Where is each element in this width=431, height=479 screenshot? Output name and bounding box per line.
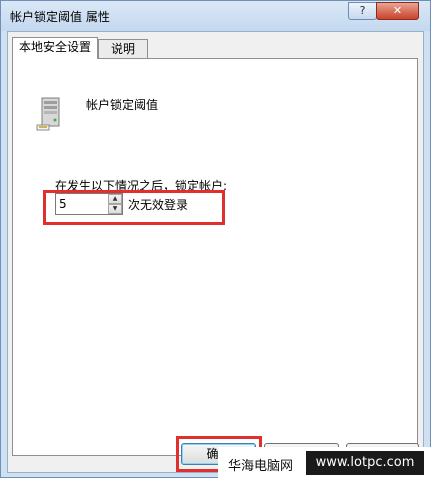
close-button[interactable]: ✕ bbox=[376, 2, 419, 20]
watermark-text: 华海电脑网 bbox=[228, 459, 294, 474]
server-icon bbox=[36, 97, 60, 131]
dialog-body: 本地安全设置 说明 帐户锁定阈值 在发生以下情况之后，锁定帐户: ▲ ▼ 次无效… bbox=[7, 31, 424, 473]
window-title: 帐户锁定阈值 属性 bbox=[10, 10, 110, 24]
help-button[interactable]: ? bbox=[348, 2, 377, 20]
properties-dialog: 帐户锁定阈值 属性 ? ✕ 本地安全设置 说明 帐户锁定阈值 在发生以下情况之后… bbox=[0, 0, 431, 479]
watermark-url: www.lotpc.com bbox=[306, 451, 424, 475]
tab-panel: 帐户锁定阈值 在发生以下情况之后，锁定帐户: ▲ ▼ 次无效登录 bbox=[12, 58, 418, 456]
tab-explain[interactable]: 说明 bbox=[98, 39, 148, 59]
policy-name: 帐户锁定阈值 bbox=[86, 98, 159, 112]
watermark: 华海电脑网 www.lotpc.com bbox=[218, 447, 431, 479]
title-bar[interactable]: 帐户锁定阈值 属性 ? ✕ bbox=[1, 1, 430, 31]
tab-local-security-setting[interactable]: 本地安全设置 bbox=[12, 37, 98, 59]
highlight-box-threshold bbox=[43, 190, 225, 225]
